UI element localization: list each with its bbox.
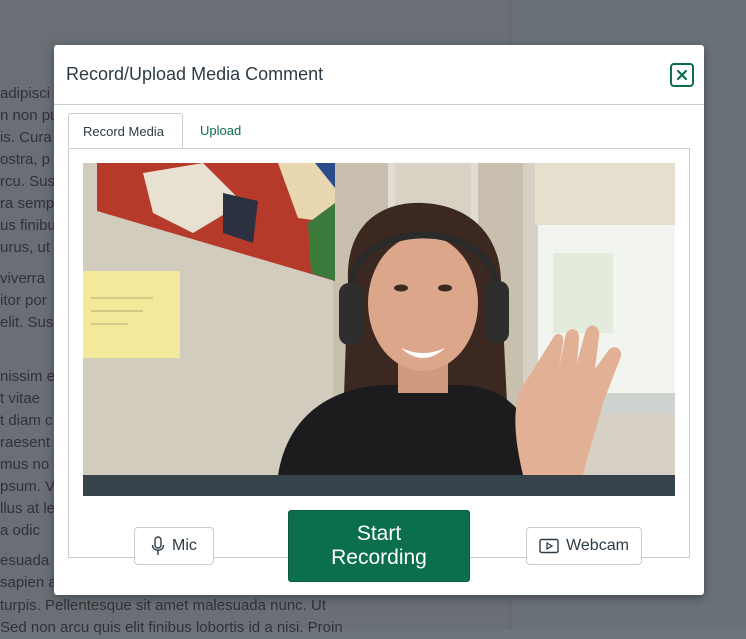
close-button[interactable] xyxy=(670,63,694,87)
background-line: urus, ut xyxy=(0,239,51,256)
dialog-title: Record/Upload Media Comment xyxy=(66,64,324,84)
background-line: viverra xyxy=(0,270,46,287)
close-icon xyxy=(676,69,688,81)
background-line: Sed non arcu quis elit finibus lobortis … xyxy=(0,619,343,636)
background-line: adipisci xyxy=(0,85,51,102)
video-play-icon xyxy=(539,538,559,554)
start-recording-button[interactable]: Start Recording xyxy=(288,510,470,582)
background-line: rcu. Sus xyxy=(0,173,56,190)
background-line: us finibu xyxy=(0,217,56,234)
tab-record-media[interactable]: Record Media xyxy=(68,113,183,148)
background-line: sapien a xyxy=(0,574,57,591)
background-line: turpis. Pellentesque sit amet malesuada … xyxy=(0,597,327,614)
webcam-preview-image xyxy=(83,163,675,475)
video-control-bar xyxy=(83,475,675,496)
microphone-icon xyxy=(151,536,165,556)
background-line: is. Cura xyxy=(0,129,52,146)
start-recording-label-line2: Recording xyxy=(331,546,427,569)
tab-upload-media[interactable]: Upload Media xyxy=(186,113,255,173)
background-line: t vitae xyxy=(0,390,41,407)
background-line: nissim e xyxy=(0,368,56,385)
background-line: elit. Sus xyxy=(0,314,54,331)
webcam-preview xyxy=(83,163,675,475)
webcam-label: Webcam xyxy=(566,537,629,554)
background-line: itor por xyxy=(0,292,47,309)
background-line: mus no xyxy=(0,456,50,473)
background-line: t diam c xyxy=(0,412,53,429)
media-comment-dialog: Record/Upload Media Comment Record Media… xyxy=(54,45,704,595)
background-line: esuada xyxy=(0,552,50,569)
background-line: n non pu xyxy=(0,107,59,124)
mic-button[interactable]: Mic xyxy=(134,527,214,565)
webcam-button[interactable]: Webcam xyxy=(526,527,642,565)
start-recording-label-line1: Start xyxy=(356,522,402,545)
background-line: raesent xyxy=(0,434,51,451)
dialog-header: Record/Upload Media Comment xyxy=(54,45,704,105)
background-line: psum. V xyxy=(0,478,56,495)
background-line: llus at le xyxy=(0,500,56,517)
background-line: a odic xyxy=(0,522,41,539)
background-line: ostra, p xyxy=(0,151,51,168)
background-line: ra semp xyxy=(0,195,55,212)
mic-label: Mic xyxy=(172,537,197,554)
